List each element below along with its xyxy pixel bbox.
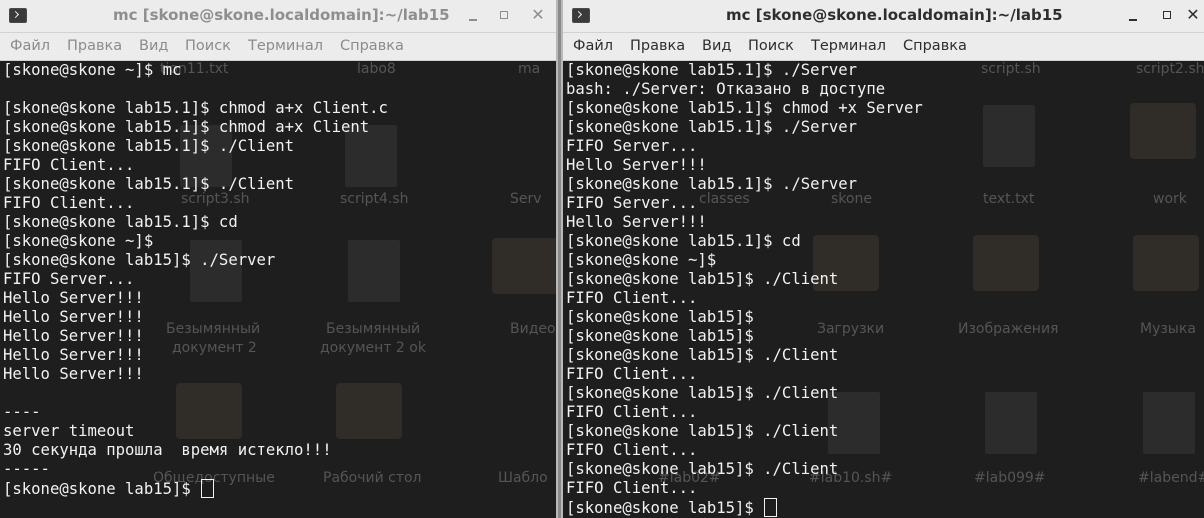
terminal-line: bash: ./Server: Отказано в доступе xyxy=(566,80,886,98)
menu-search[interactable]: Поиск xyxy=(185,38,231,54)
terminal-prompt-line[interactable]: [skone@skone lab15]$ xyxy=(566,498,1204,517)
terminal-line: [skone@skone lab15]$ ./Client xyxy=(566,346,839,364)
terminal-line: Hello Server!!! xyxy=(3,346,144,364)
terminal-line: [skone@skone lab15.1]$ ./Server xyxy=(566,175,858,193)
menu-bar: Файл Правка Вид Поиск Терминал Справка xyxy=(563,33,1204,61)
terminal-line: 30 секунда прошла время истекло!!! xyxy=(3,441,332,459)
terminal-line: FIFO Client... xyxy=(566,365,698,383)
terminal-output[interactable]: [skone@skone lab15.1]$ ./Server bash: ./S… xyxy=(566,61,1204,518)
text-cursor[interactable] xyxy=(764,498,778,517)
terminal-output[interactable]: [skone@skone ~]$ mc [skone@skone lab15.1]… xyxy=(3,61,556,518)
terminal-line: [skone@skone lab15]$ ./Client xyxy=(566,422,839,440)
menu-view[interactable]: Вид xyxy=(702,38,731,54)
terminal-line: FIFO Client... xyxy=(566,479,698,497)
terminal-line: Hello Server!!! xyxy=(566,213,707,231)
terminal-line: FIFO Server... xyxy=(3,270,135,288)
menu-edit[interactable]: Правка xyxy=(630,38,685,54)
terminal-line: [skone@skone lab15.1]$ ./Server xyxy=(566,61,858,79)
terminal-line: [skone@skone lab15]$ ./Client xyxy=(566,384,839,402)
terminal-line: server timeout xyxy=(3,422,135,440)
terminal-line: [skone@skone lab15]$ ./Server xyxy=(3,251,276,269)
terminal-line: ----- xyxy=(3,460,50,478)
title-bar[interactable]: mc [skone@skone.localdomain]:~/lab15 ✕ xyxy=(563,0,1204,33)
terminal-line: [skone@skone lab15]$ ./Client xyxy=(566,270,839,288)
terminal-line: [skone@skone ~]$ mc xyxy=(3,61,182,79)
menu-view[interactable]: Вид xyxy=(139,38,168,54)
window-title: mc [skone@skone.localdomain]:~/lab15 xyxy=(113,6,450,24)
menu-file[interactable]: Файл xyxy=(573,38,613,54)
terminal-line: [skone@skone ~]$ xyxy=(566,251,717,269)
terminal-line: Hello Server!!! xyxy=(3,308,144,326)
terminal-line: Hello Server!!! xyxy=(3,327,144,345)
terminal-window-right[interactable]: script.sh script2.sh classes skone text.… xyxy=(563,0,1204,518)
terminal-line: [skone@skone lab15]$ xyxy=(566,327,754,345)
terminal-line: Hello Server!!! xyxy=(3,289,144,307)
terminal-line: FIFO Server... xyxy=(566,137,698,155)
minimize-button[interactable] xyxy=(464,6,482,24)
terminal-line: [skone@skone lab15.1]$ chmod a+x Client xyxy=(3,118,370,136)
terminal-line: FIFO Client... xyxy=(566,403,698,421)
terminal-line: [skone@skone lab15.1]$ chmod +x Server xyxy=(566,99,923,117)
window-divider xyxy=(556,0,563,518)
terminal-icon xyxy=(9,8,27,23)
maximize-button[interactable] xyxy=(1158,6,1176,24)
terminal-line: FIFO Client... xyxy=(3,194,135,212)
menu-search[interactable]: Поиск xyxy=(748,38,794,54)
terminal-window-left[interactable]: tion11.txt labo8 ma script3.sh script4.s… xyxy=(0,0,556,518)
menu-bar: Файл Правка Вид Поиск Терминал Справка xyxy=(0,33,556,61)
terminal-line: FIFO Client... xyxy=(566,289,698,307)
maximize-button[interactable] xyxy=(495,6,513,24)
menu-edit[interactable]: Правка xyxy=(67,38,122,54)
text-cursor[interactable] xyxy=(201,479,215,498)
prompt: [skone@skone lab15]$ xyxy=(566,499,764,517)
terminal-line: [skone@skone lab15.1]$ chmod a+x Client.… xyxy=(3,99,388,117)
terminal-line: Hello Server!!! xyxy=(566,156,707,174)
close-button[interactable]: ✕ xyxy=(1184,6,1202,24)
menu-terminal[interactable]: Терминал xyxy=(248,38,323,54)
menu-help[interactable]: Справка xyxy=(340,38,404,54)
window-title: mc [skone@skone.localdomain]:~/lab15 xyxy=(726,6,1063,24)
menu-file[interactable]: Файл xyxy=(10,38,50,54)
terminal-line: FIFO Client... xyxy=(3,156,135,174)
terminal-line: [skone@skone lab15.1]$ cd xyxy=(3,213,238,231)
terminal-line: [skone@skone lab15.1]$ cd xyxy=(566,232,801,250)
terminal-line: [skone@skone lab15.1]$ ./Server xyxy=(566,118,858,136)
menu-terminal[interactable]: Терминал xyxy=(811,38,886,54)
terminal-line: FIFO Client... xyxy=(566,441,698,459)
terminal-line: [skone@skone lab15]$ xyxy=(566,308,754,326)
terminal-line: [skone@skone ~]$ xyxy=(3,232,154,250)
terminal-prompt-line[interactable]: [skone@skone lab15]$ xyxy=(3,479,556,498)
terminal-line: Hello Server!!! xyxy=(3,365,144,383)
title-bar[interactable]: mc [skone@skone.localdomain]:~/lab15 ✕ xyxy=(0,0,556,33)
close-button[interactable]: ✕ xyxy=(529,6,547,24)
terminal-line: [skone@skone lab15]$ ./Client xyxy=(566,460,839,478)
minimize-button[interactable] xyxy=(1124,6,1142,24)
menu-help[interactable]: Справка xyxy=(903,38,967,54)
terminal-line: FIFO Server... xyxy=(566,194,698,212)
prompt: [skone@skone lab15]$ xyxy=(3,480,201,498)
terminal-line: [skone@skone lab15.1]$ ./Client xyxy=(3,175,295,193)
terminal-line: ---- xyxy=(3,403,41,421)
terminal-icon xyxy=(572,8,590,23)
terminal-line: [skone@skone lab15.1]$ ./Client xyxy=(3,137,295,155)
